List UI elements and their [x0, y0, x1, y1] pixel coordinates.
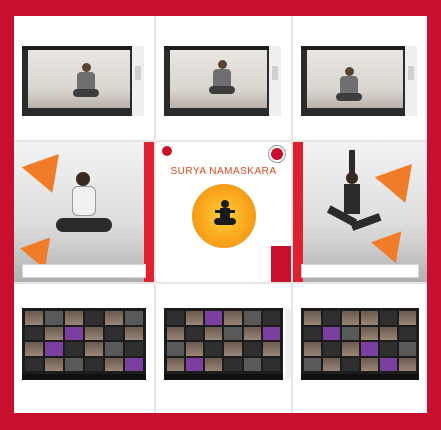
meeting-toolbar	[301, 374, 419, 380]
chat-panel	[285, 308, 291, 380]
meditation-figure-icon	[214, 200, 236, 230]
poster-standing-pose	[293, 142, 427, 282]
poster-caption	[301, 264, 419, 278]
yoga-participant	[335, 67, 362, 107]
participant-video	[307, 50, 403, 108]
standing-yoga-figure	[323, 150, 383, 248]
gallery-screenshot-2	[156, 284, 291, 413]
gallery-view	[164, 308, 283, 374]
yoga-participant	[72, 62, 99, 103]
poster-caption	[22, 264, 146, 278]
video-call-window	[164, 46, 281, 116]
gallery-screenshot-1	[14, 284, 154, 413]
logo-icon	[162, 146, 172, 156]
poster-title: SURYA NAMASKARA	[170, 166, 277, 177]
participants-panel	[269, 46, 281, 116]
participant-video	[28, 50, 130, 108]
call-screenshot-1	[14, 16, 154, 140]
gallery-view	[301, 308, 419, 374]
meeting-toolbar	[164, 374, 283, 380]
video-call-window	[22, 46, 144, 116]
call-screenshot-2	[156, 16, 291, 140]
participants-panel	[132, 46, 144, 116]
gallery-view	[22, 308, 146, 374]
sun-graphic	[192, 184, 256, 248]
video-call-window	[301, 46, 417, 116]
call-screenshot-3	[293, 16, 427, 140]
collage-grid: SURYA NAMASKARA	[14, 16, 427, 413]
meeting-toolbar	[22, 374, 146, 380]
yoga-participant	[208, 60, 235, 100]
badge-icon	[269, 146, 285, 162]
poster-surya-namaskara: SURYA NAMASKARA	[156, 142, 291, 282]
poster-seated-pose	[14, 142, 154, 282]
seated-yoga-figure	[56, 172, 112, 244]
gallery-screenshot-3	[293, 284, 427, 413]
participant-video	[170, 50, 267, 108]
participants-panel	[405, 46, 417, 116]
